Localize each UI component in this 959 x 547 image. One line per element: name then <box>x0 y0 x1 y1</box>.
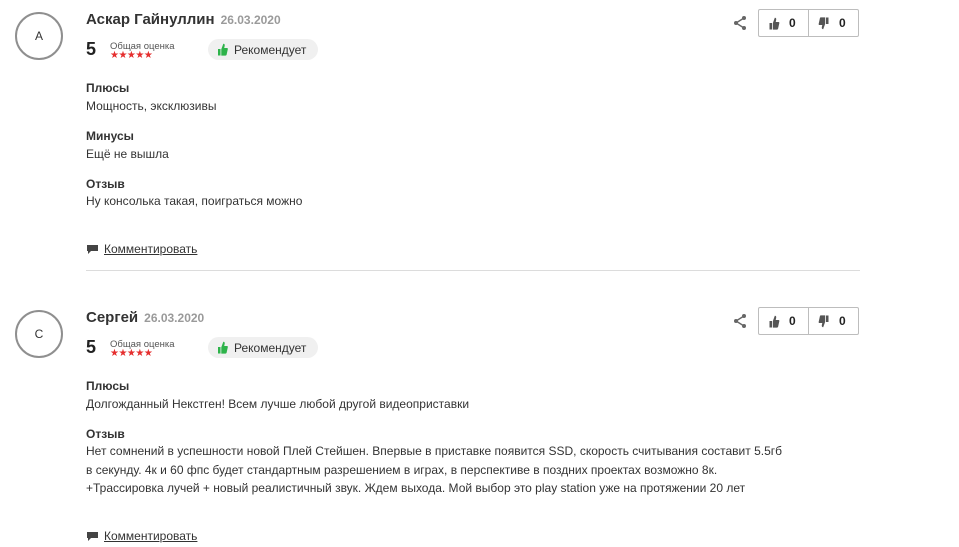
like-button[interactable]: 0 <box>759 10 808 36</box>
vote-box: 0 0 <box>758 307 859 335</box>
review-line: Ну консолька такая, поиграться можно <box>86 194 303 208</box>
recommend-label: Рекомендует <box>234 340 307 355</box>
dislike-button[interactable]: 0 <box>808 10 858 36</box>
vote-box: 0 0 <box>758 9 859 37</box>
author-name-text: Сергей <box>86 309 139 326</box>
share-icon[interactable] <box>732 313 748 329</box>
share-icon[interactable] <box>732 15 748 31</box>
thumbs-up-icon <box>218 43 228 56</box>
author-name: Сергей 26.03.2020 <box>86 309 204 326</box>
recommend-badge: Рекомендует <box>208 337 319 358</box>
thumbs-up-icon <box>769 315 780 328</box>
review-line: Нет сомнений в успешности новой Плей Сте… <box>86 444 783 458</box>
divider <box>86 270 860 271</box>
recommend-label: Рекомендует <box>234 42 307 57</box>
dislike-count: 0 <box>839 314 846 328</box>
pros-title: Плюсы <box>86 81 130 95</box>
thumbs-up-icon <box>218 341 228 354</box>
cons-title: Минусы <box>86 129 134 143</box>
dislike-button[interactable]: 0 <box>808 308 858 334</box>
thumbs-up-icon <box>769 17 780 30</box>
pros-title: Плюсы <box>86 379 130 393</box>
overall-score: 5 <box>86 39 97 59</box>
rating-stars: ★★★★★ <box>110 348 153 359</box>
review-text: Нет сомнений в успешности новой Плей Сте… <box>86 442 806 498</box>
avatar: С <box>15 310 63 358</box>
cons-text: Ещё не вышла <box>86 147 169 161</box>
review-line: в секунду. 4к и 60 фпс будет стандартным… <box>86 462 718 477</box>
comment-icon <box>87 531 98 541</box>
comment-label: Комментировать <box>104 529 198 543</box>
review-date: 26.03.2020 <box>220 13 281 27</box>
comment-label: Комментировать <box>104 242 198 256</box>
pros-text: Долгожданный Некстген! Всем лучше любой … <box>86 397 470 411</box>
review-title: Отзыв <box>86 427 125 441</box>
dislike-count: 0 <box>839 16 846 30</box>
comment-link[interactable]: Комментировать <box>86 242 197 256</box>
overall-score: 5 <box>86 337 97 357</box>
avatar: А <box>15 12 63 60</box>
author-name-text: Аскар Гайнуллин <box>86 11 215 28</box>
comment-icon <box>87 244 98 254</box>
review-date: 26.03.2020 <box>144 311 205 325</box>
thumbs-down-icon <box>818 314 829 327</box>
thumbs-down-icon <box>818 16 829 29</box>
review-line: +Трассировка лучей + новый реалистичный … <box>86 481 746 495</box>
author-name: Аскар Гайнуллин 26.03.2020 <box>86 11 281 28</box>
like-count: 0 <box>789 16 796 30</box>
comment-link[interactable]: Комментировать <box>86 529 197 543</box>
pros-text: Мощность, эксклюзивы <box>86 99 217 113</box>
review-title: Отзыв <box>86 177 125 191</box>
rating-stars: ★★★★★ <box>110 50 153 61</box>
review-text: Ну консолька такая, поиграться можно <box>86 192 806 211</box>
recommend-badge: Рекомендует <box>208 39 319 60</box>
like-button[interactable]: 0 <box>759 308 808 334</box>
like-count: 0 <box>789 314 796 328</box>
